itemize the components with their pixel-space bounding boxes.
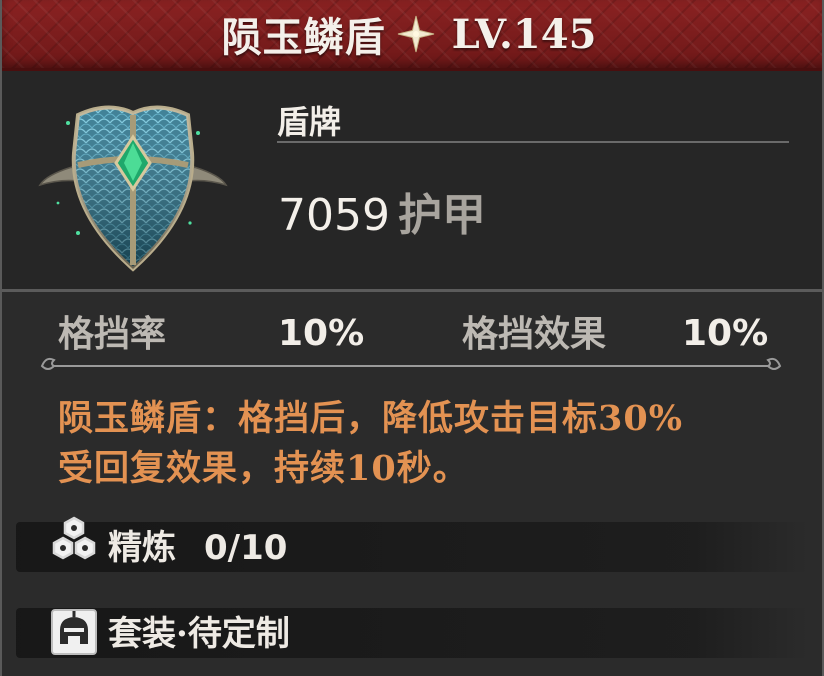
effect-description-line-1: 陨玉鳞盾：格挡后，降低攻击目标30%	[58, 398, 683, 439]
refine-hexagons-icon	[52, 516, 96, 560]
effect-description-line-2: 受回复效果，持续10秒。	[58, 448, 469, 489]
set-helmet-icon	[51, 609, 97, 655]
item-overview: 盾牌 7059 护甲	[2, 71, 822, 292]
item-header: 陨玉鳞盾 LV.145	[2, 0, 822, 71]
refine-label: 精炼	[108, 528, 176, 568]
item-name: 陨玉鳞盾	[221, 14, 386, 61]
set-bar[interactable]: 套装·待定制	[16, 608, 808, 658]
item-level: LV.145	[451, 10, 597, 58]
refine-bar[interactable]: 精炼 0/10	[16, 516, 808, 572]
effect-description: 陨玉鳞盾：格挡后，降低攻击目标30% 受回复效果，持续10秒。	[58, 394, 778, 494]
scaled-jade-shield-icon	[38, 105, 228, 272]
ornament-divider	[40, 357, 782, 370]
armor-unit: 护甲	[397, 190, 486, 241]
refine-value: 0/10	[204, 528, 288, 568]
armor-stat: 7059 护甲	[278, 191, 486, 241]
type-divider	[277, 141, 789, 143]
item-type: 盾牌	[277, 103, 342, 141]
item-header-content: 陨玉鳞盾 LV.145	[222, 5, 597, 63]
item-tooltip-card: 陨玉鳞盾 LV.145 盾牌 7059 护甲 格挡率 10% 格挡效果 10% …	[0, 0, 824, 676]
set-label: 套装·待定制	[108, 614, 290, 654]
armor-value: 7059	[278, 190, 390, 241]
four-point-star-icon	[397, 15, 434, 53]
